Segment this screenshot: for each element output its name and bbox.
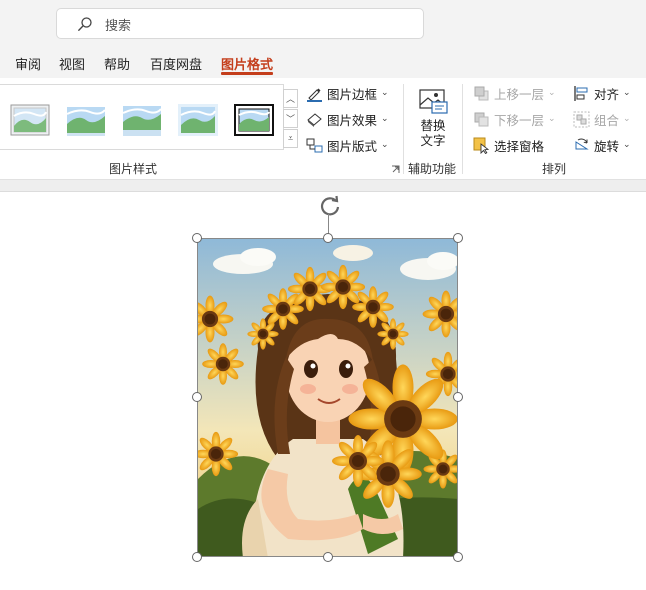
chevron-down-icon: ⌄ <box>381 114 389 124</box>
bring-forward-button[interactable]: 上移一层 ⌄ <box>473 83 556 103</box>
group-button[interactable]: 组合 ⌄ <box>573 109 631 129</box>
align-icon <box>574 85 588 101</box>
search-placeholder: 搜索 <box>105 19 132 34</box>
tab-view[interactable]: 视图 <box>59 54 85 73</box>
group-label-picture-styles: 图片样式 <box>109 162 158 176</box>
gallery-scroll-down-button[interactable]: ﹀ <box>283 109 298 128</box>
gallery-scrollbar: ︿ ﹀ ⩡ <box>283 89 298 149</box>
picture-border-label: 图片边框 <box>327 86 378 102</box>
layout-icon <box>306 138 323 152</box>
picture-effects-label: 图片效果 <box>327 112 378 128</box>
bring-forward-icon <box>474 86 489 100</box>
picture-layout-button[interactable]: 图片版式 ⌄ <box>306 135 389 155</box>
alt-text-button[interactable]: 替换 文字 <box>416 88 450 150</box>
ribbon-divider <box>403 84 404 174</box>
picture-border-button[interactable]: 图片边框 ⌄ <box>306 83 389 103</box>
tab-review[interactable]: 审阅 <box>15 54 41 73</box>
rotate-button[interactable]: 旋转 ⌄ <box>573 135 631 155</box>
tab-picture-format[interactable]: 图片格式 <box>221 54 273 73</box>
picture-style-thumb-1[interactable] <box>10 104 50 136</box>
group-label-arrange: 排列 <box>542 162 567 176</box>
align-label: 对齐 <box>594 86 620 102</box>
tab-baidu-netdisk[interactable]: 百度网盘 <box>150 54 202 73</box>
expand-more-icon: ⩡ <box>287 133 294 144</box>
search-icon <box>78 17 92 31</box>
group-label-accessibility: 辅助功能 <box>408 162 457 176</box>
picture-style-thumb-4[interactable] <box>178 104 218 136</box>
align-button[interactable]: 对齐 ⌄ <box>573 83 631 103</box>
rotate-icon <box>575 137 589 149</box>
rotate-handle-icon[interactable] <box>318 193 342 217</box>
chevron-down-icon: ﹀ <box>285 115 295 125</box>
alt-text-label-line1: 替换 <box>420 118 446 133</box>
effects-icon <box>307 112 322 127</box>
group-icon <box>573 111 590 127</box>
selection-pane-button[interactable]: 选择窗格 <box>473 135 544 155</box>
ribbon-divider <box>462 84 463 174</box>
chevron-up-icon: ︿ <box>285 95 295 105</box>
picture-effects-button[interactable]: 图片效果 ⌄ <box>306 109 389 129</box>
pen-border-icon <box>307 88 322 102</box>
slide-canvas-edge <box>0 180 646 192</box>
search-box[interactable]: 搜索 <box>56 8 424 39</box>
send-backward-button[interactable]: 下移一层 ⌄ <box>473 109 556 129</box>
active-tab-indicator <box>221 72 273 75</box>
alt-text-icon <box>419 89 448 114</box>
selection-pane-icon <box>473 137 490 154</box>
chevron-down-icon: ⌄ <box>548 114 556 124</box>
rotate-label: 旋转 <box>594 138 620 154</box>
bring-forward-label: 上移一层 <box>494 86 545 102</box>
chevron-down-icon: ⌄ <box>623 114 631 124</box>
tab-help[interactable]: 帮助 <box>104 54 130 73</box>
picture-style-thumb-2[interactable] <box>66 104 106 136</box>
selection-pane-label: 选择窗格 <box>494 138 545 154</box>
picture-style-thumb-3[interactable] <box>122 104 162 136</box>
group-label: 组合 <box>594 112 620 128</box>
alt-text-label-line2: 文字 <box>420 133 446 148</box>
title-bar: 搜索 <box>0 0 646 46</box>
chevron-down-icon: ⌄ <box>381 140 389 150</box>
selected-picture[interactable] <box>197 238 458 557</box>
resize-handle-bottom[interactable] <box>323 552 333 562</box>
gallery-more-button[interactable]: ⩡ <box>283 129 298 148</box>
chevron-down-icon: ⌄ <box>381 88 389 98</box>
chevron-down-icon: ⌄ <box>548 88 556 98</box>
chevron-down-icon: ⌄ <box>623 88 631 98</box>
send-backward-label: 下移一层 <box>494 112 545 128</box>
resize-handle-bottom-right[interactable] <box>453 552 463 562</box>
resize-handle-top-right[interactable] <box>453 233 463 243</box>
sunflower-girl-illustration <box>198 239 457 556</box>
picture-layout-label: 图片版式 <box>327 138 378 154</box>
resize-handle-left[interactable] <box>192 392 202 402</box>
ribbon-tabs: 审阅 视图 帮助 百度网盘 图片格式 <box>0 46 646 78</box>
chevron-down-icon: ⌄ <box>623 140 631 150</box>
dialog-launcher-icon[interactable] <box>391 165 400 174</box>
resize-handle-bottom-left[interactable] <box>192 552 202 562</box>
resize-handle-top-left[interactable] <box>192 233 202 243</box>
resize-handle-top[interactable] <box>323 233 333 243</box>
send-backward-icon <box>474 112 489 126</box>
picture-style-thumb-5[interactable] <box>234 104 274 136</box>
gallery-scroll-up-button[interactable]: ︿ <box>283 89 298 108</box>
resize-handle-right[interactable] <box>453 392 463 402</box>
